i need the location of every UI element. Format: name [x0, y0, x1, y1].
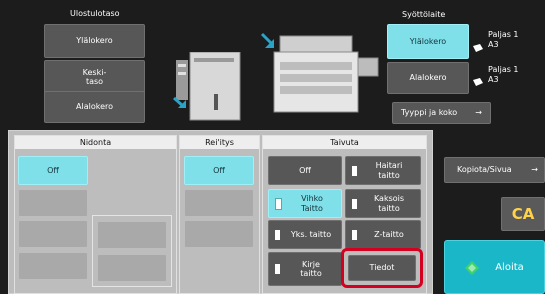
fold-doc-icon [275, 264, 280, 274]
start-button[interactable]: Aloita [444, 240, 545, 294]
ca-button[interactable]: CA [501, 197, 545, 231]
fold-off-button[interactable]: Off [268, 156, 342, 185]
punch-title: Rei'itys [180, 136, 259, 150]
output-upper-tray-button[interactable]: Ylälokero [44, 24, 145, 58]
punch-option-2 [184, 220, 254, 248]
output-tray-title: Ulostulotaso [70, 9, 120, 18]
arrow-right-icon: → [475, 108, 482, 118]
fold-title: Taivuta [263, 136, 426, 150]
type-size-button[interactable]: Tyyppi ja koko → [392, 102, 491, 124]
z-fold-button[interactable]: Z-taitto [345, 220, 421, 249]
letter-fold-label: Kirje taitto [300, 259, 322, 278]
booklet-fold-button[interactable]: Vihko Taitto [268, 189, 342, 218]
single-fold-label: Yks. taitto [290, 229, 332, 239]
stapling-option-5 [97, 254, 167, 282]
stapling-option-4 [97, 221, 167, 249]
fold-doc-icon [275, 197, 282, 210]
finisher-illustration [170, 51, 246, 122]
details-button[interactable]: Tiedot [348, 255, 416, 281]
accordion-fold-label: Haitari taitto [375, 161, 403, 180]
output-lower-tray-button[interactable]: Alalokero [44, 91, 145, 123]
stapling-title: Nidonta [15, 136, 176, 150]
fold-doc-icon [352, 198, 357, 209]
start-icon [465, 260, 480, 275]
letter-fold-button[interactable]: Kirje taitto [268, 252, 342, 286]
feed-upper-tray-button[interactable]: Ylälokero [387, 24, 469, 59]
booklet-fold-label: Vihko Taitto [301, 194, 323, 213]
fold-doc-icon [352, 229, 357, 240]
feed-lower-tray-button[interactable]: Alalokero [387, 62, 469, 94]
start-label: Aloita [495, 261, 524, 273]
ca-label: CA [511, 205, 535, 223]
z-fold-label: Z-taitto [374, 229, 404, 239]
copier-illustration [260, 22, 380, 122]
type-size-label: Tyyppi ja koko [401, 108, 458, 118]
copies-per-page-label: Kopiota/Sivua [457, 165, 512, 175]
fold-doc-icon [275, 229, 280, 240]
feed-title: Syöttölaite [402, 10, 446, 19]
feed-upper-tray-info: Paljas 1 A3 [488, 30, 519, 49]
feed-lower-tray-info: Paljas 1 A3 [488, 65, 519, 84]
accordion-fold-button[interactable]: Haitari taitto [345, 156, 421, 185]
paper-tray-icon [472, 38, 484, 52]
single-fold-button[interactable]: Yks. taitto [268, 220, 342, 249]
stapling-option-3 [18, 252, 88, 280]
double-fold-button[interactable]: Kaksois taitto [345, 189, 421, 218]
stapling-option-1 [18, 189, 88, 217]
arrow-right-icon: → [531, 165, 538, 175]
punch-option-1 [184, 189, 254, 217]
double-fold-label: Kaksois taitto [373, 194, 405, 213]
punch-off-button[interactable]: Off [184, 156, 254, 185]
output-middle-tray-button[interactable]: Keski- taso [44, 60, 145, 94]
paper-tray-icon [472, 72, 484, 86]
stapling-off-button[interactable]: Off [18, 156, 88, 185]
stapling-option-2 [18, 220, 88, 248]
copies-per-page-button[interactable]: Kopiota/Sivua → [444, 157, 545, 183]
fold-doc-icon [352, 165, 357, 176]
